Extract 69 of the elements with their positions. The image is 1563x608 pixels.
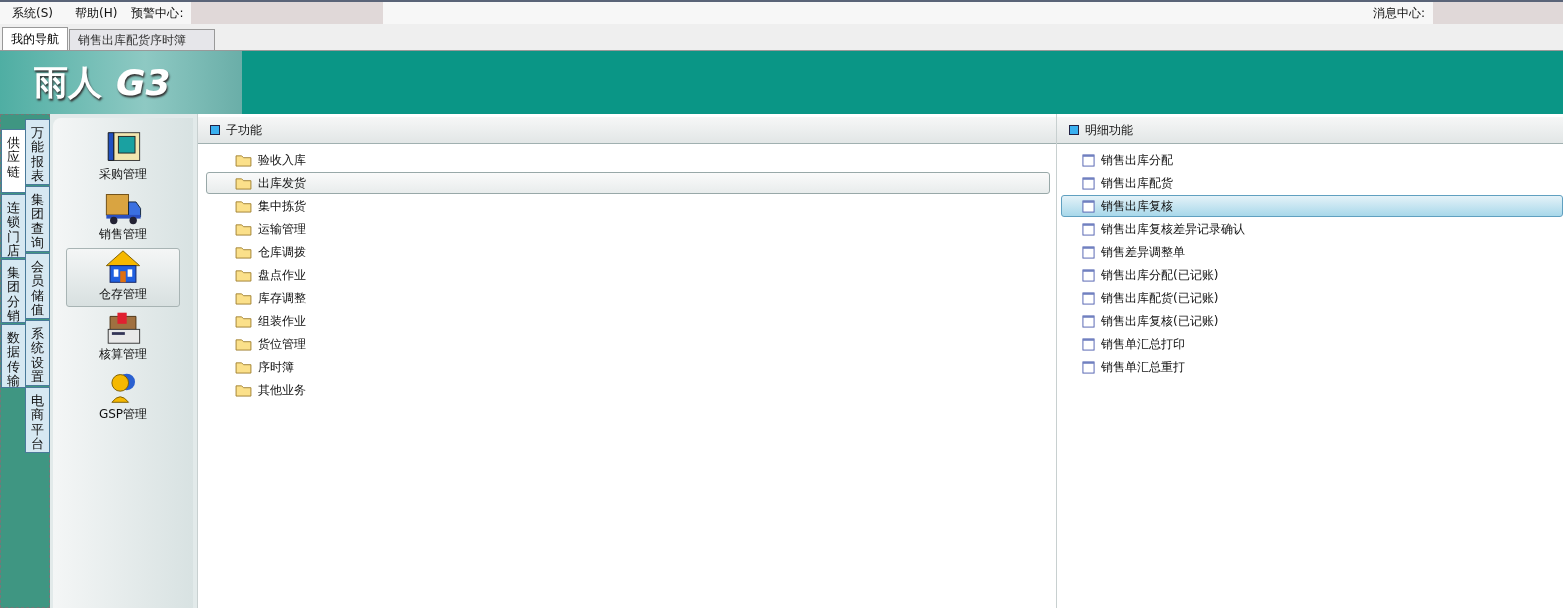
vertical-tab[interactable]: 会员储值	[25, 253, 50, 319]
folder-item[interactable]: 其他业务	[206, 379, 1050, 401]
folder-icon	[235, 337, 252, 351]
folder-item[interactable]: 仓库调拨	[206, 241, 1050, 263]
folder-item[interactable]: 集中拣货	[206, 195, 1050, 217]
house-icon	[103, 249, 143, 286]
folder-item[interactable]: 货位管理	[206, 333, 1050, 355]
folder-item[interactable]: 库存调整	[206, 287, 1050, 309]
nav-item[interactable]: GSP管理	[66, 368, 180, 427]
folder-icon	[235, 176, 252, 190]
document-icon	[1082, 360, 1095, 374]
function-item[interactable]: 销售单汇总打印	[1061, 333, 1563, 355]
alert-center-label: 预警中心:	[130, 4, 185, 22]
folder-icon	[235, 314, 252, 328]
document-icon	[1082, 245, 1095, 259]
document-icon	[1082, 268, 1095, 282]
document-icon	[1082, 199, 1095, 213]
function-item[interactable]: 销售出库配货	[1061, 172, 1563, 194]
panel-title: 明细功能	[1085, 121, 1133, 139]
folder-icon	[235, 245, 252, 259]
folder-item[interactable]: 组装作业	[206, 310, 1050, 332]
folder-item[interactable]: 运输管理	[206, 218, 1050, 240]
bullet-icon	[210, 125, 220, 135]
folder-item[interactable]: 盘点作业	[206, 264, 1050, 286]
function-item[interactable]: 销售差异调整单	[1061, 241, 1563, 263]
folder-item[interactable]: 序时簿	[206, 356, 1050, 378]
document-icon	[1082, 314, 1095, 328]
folder-item[interactable]: 验收入库	[206, 149, 1050, 171]
vertical-tab[interactable]: 系统设置	[25, 320, 50, 386]
vertical-tab[interactable]: 连锁门店	[1, 194, 26, 258]
tab[interactable]: 销售出库配货序时簿	[69, 29, 215, 50]
vertical-tab[interactable]: 数据传输	[1, 324, 26, 388]
logo-version: G3	[116, 62, 171, 103]
folder-icon	[235, 153, 252, 167]
menu-item[interactable]: 帮助(H)	[63, 4, 128, 22]
folder-icon	[235, 360, 252, 374]
tab[interactable]: 我的导航	[2, 27, 68, 50]
vertical-tab[interactable]: 集团查询	[25, 186, 50, 252]
function-item[interactable]: 销售出库分配	[1061, 149, 1563, 171]
vertical-tab[interactable]: 供应链	[1, 129, 26, 193]
function-item[interactable]: 销售出库复核	[1061, 195, 1563, 217]
folder-item[interactable]: 出库发货	[206, 172, 1050, 194]
function-item[interactable]: 销售出库分配(已记账)	[1061, 264, 1563, 286]
folder-icon	[235, 199, 252, 213]
nav-item[interactable]: 销售管理	[66, 188, 180, 247]
document-icon	[1082, 222, 1095, 236]
document-icon	[1082, 176, 1095, 190]
folder-icon	[235, 383, 252, 397]
vertical-tab[interactable]: 万能报表	[25, 119, 50, 185]
function-item[interactable]: 销售出库复核(已记账)	[1061, 310, 1563, 332]
document-icon	[1082, 337, 1095, 351]
nav-item[interactable]: 采购管理	[66, 128, 180, 187]
menu-item[interactable]: 系统(S)	[0, 4, 63, 22]
panel-title: 子功能	[226, 121, 262, 139]
logo-text: 雨人	[34, 60, 102, 104]
vertical-tab[interactable]: 电商平台	[25, 387, 50, 453]
folder-icon	[235, 291, 252, 305]
message-center-label: 消息中心:	[1371, 4, 1426, 22]
nav-item[interactable]: 仓存管理	[66, 248, 180, 307]
bullet-icon	[1069, 125, 1079, 135]
nav-item[interactable]: 核算管理	[66, 308, 180, 367]
document-icon	[1082, 153, 1095, 167]
function-item[interactable]: 销售单汇总重打	[1061, 356, 1563, 378]
vertical-tab[interactable]: 集团分销	[1, 259, 26, 323]
function-item[interactable]: 销售出库配货(已记账)	[1061, 287, 1563, 309]
folder-icon	[235, 268, 252, 282]
function-item[interactable]: 销售出库复核差异记录确认	[1061, 218, 1563, 240]
folder-icon	[235, 222, 252, 236]
document-icon	[1082, 291, 1095, 305]
